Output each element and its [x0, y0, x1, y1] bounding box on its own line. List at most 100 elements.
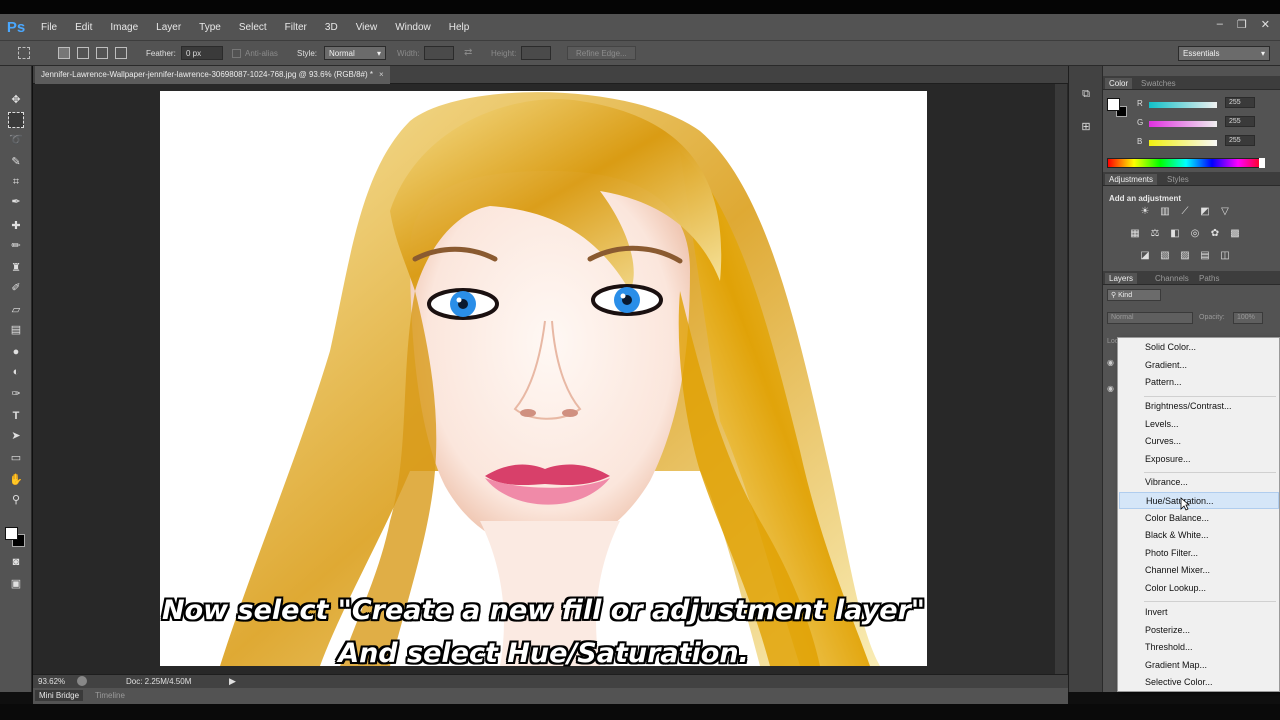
levels-icon[interactable]: ▥	[1159, 206, 1171, 218]
green-slider-track[interactable]	[1149, 121, 1217, 127]
menu-item-curves[interactable]: Curves...	[1119, 433, 1279, 450]
vertical-scrollbar[interactable]	[1055, 84, 1067, 674]
type-tool-icon[interactable]: T	[8, 408, 24, 424]
menu-item-vibrance[interactable]: Vibrance...	[1119, 474, 1279, 491]
curves-icon[interactable]: ⟋	[1179, 206, 1191, 218]
channel-mixer-icon[interactable]: ✿	[1209, 228, 1221, 240]
layer-filter-kind-select[interactable]: ⚲ Kind	[1107, 289, 1161, 301]
refine-edge-button[interactable]: Refine Edge...	[567, 46, 636, 60]
menu-select[interactable]: Select	[230, 22, 276, 33]
tab-color[interactable]: Color	[1105, 78, 1133, 89]
menu-item-hue-saturation[interactable]: Hue/Saturation...	[1119, 492, 1279, 509]
tab-styles[interactable]: Styles	[1163, 174, 1193, 185]
feather-input[interactable]: 0 px	[181, 46, 223, 60]
zoom-tool-icon[interactable]: ⚲	[8, 492, 24, 508]
close-button[interactable]: ✕	[1261, 18, 1270, 31]
lasso-tool-icon[interactable]: ➰	[8, 132, 24, 148]
screen-mode-icon[interactable]: ▣	[8, 576, 24, 592]
menu-item-brightness-contrast[interactable]: Brightness/Contrast...	[1119, 398, 1279, 415]
menu-item-photo-filter[interactable]: Photo Filter...	[1119, 545, 1279, 562]
menu-help[interactable]: Help	[440, 22, 479, 33]
blur-tool-icon[interactable]: ●	[8, 344, 24, 360]
color-balance-icon[interactable]: ⚖	[1149, 228, 1161, 240]
restore-button[interactable]: ❐	[1237, 18, 1247, 31]
gradient-tool-icon[interactable]: ▤	[8, 322, 24, 338]
intersect-selection-icon[interactable]	[115, 47, 127, 59]
green-value-input[interactable]: 255	[1225, 116, 1255, 127]
blend-mode-select[interactable]: Normal	[1107, 312, 1193, 324]
swap-icon[interactable]: ⇄	[464, 47, 472, 58]
path-selection-tool-icon[interactable]: ➤	[8, 428, 24, 444]
antialias-checkbox[interactable]	[232, 49, 241, 58]
status-menu-arrow-icon[interactable]: ▶	[229, 676, 236, 687]
foreground-color-swatch[interactable]	[5, 527, 18, 540]
status-icon[interactable]	[77, 676, 87, 686]
menu-item-levels[interactable]: Levels...	[1119, 416, 1279, 433]
quick-selection-tool-icon[interactable]: ✎	[8, 154, 24, 170]
spectrum-white-end[interactable]	[1259, 158, 1265, 168]
eyedropper-tool-icon[interactable]: ✒	[8, 194, 24, 210]
threshold-icon[interactable]: ▨	[1179, 250, 1191, 262]
menu-item-color-balance[interactable]: Color Balance...	[1119, 510, 1279, 527]
dodge-tool-icon[interactable]: ◐	[8, 364, 24, 380]
tab-layers[interactable]: Layers	[1105, 273, 1138, 284]
color-lookup-icon[interactable]: ▩	[1229, 228, 1241, 240]
tab-channels[interactable]: Channels	[1151, 273, 1193, 284]
add-selection-icon[interactable]	[77, 47, 89, 59]
black-white-icon[interactable]: ◧	[1169, 228, 1181, 240]
marquee-tool-preset-icon[interactable]	[18, 47, 30, 59]
rectangle-tool-icon[interactable]: ▭	[8, 450, 24, 466]
selective-color-icon[interactable]: ◫	[1219, 250, 1231, 262]
menu-filter[interactable]: Filter	[276, 22, 316, 33]
history-brush-tool-icon[interactable]: ✐	[8, 280, 24, 296]
menu-image[interactable]: Image	[101, 22, 147, 33]
menu-layer[interactable]: Layer	[147, 22, 190, 33]
blue-value-input[interactable]: 255	[1225, 135, 1255, 146]
menu-item-black-white[interactable]: Black & White...	[1119, 527, 1279, 544]
hand-tool-icon[interactable]: ✋	[8, 472, 24, 488]
posterize-icon[interactable]: ▧	[1159, 250, 1171, 262]
red-value-input[interactable]: 255	[1225, 97, 1255, 108]
menu-item-threshold[interactable]: Threshold...	[1119, 639, 1279, 656]
menu-item-posterize[interactable]: Posterize...	[1119, 622, 1279, 639]
pen-tool-icon[interactable]: ✑	[8, 386, 24, 402]
menu-item-gradient[interactable]: Gradient...	[1119, 357, 1279, 374]
red-slider-track[interactable]	[1149, 102, 1217, 108]
menu-edit[interactable]: Edit	[66, 22, 101, 33]
style-select[interactable]: Normal ▾	[324, 46, 386, 60]
vibrance-icon[interactable]: ▽	[1219, 206, 1231, 218]
photo-filter-icon[interactable]: ◎	[1189, 228, 1201, 240]
menu-type[interactable]: Type	[190, 22, 230, 33]
quick-mask-icon[interactable]: ◙	[8, 554, 24, 570]
exposure-icon[interactable]: ◩	[1199, 206, 1211, 218]
hue-saturation-icon[interactable]: ▦	[1129, 228, 1141, 240]
gradient-map-icon[interactable]: ▤	[1199, 250, 1211, 262]
height-input[interactable]	[521, 46, 551, 60]
tab-swatches[interactable]: Swatches	[1137, 78, 1180, 89]
subtract-selection-icon[interactable]	[96, 47, 108, 59]
menu-item-gradient-map[interactable]: Gradient Map...	[1119, 657, 1279, 674]
width-input[interactable]	[424, 46, 454, 60]
eraser-tool-icon[interactable]: ▱	[8, 302, 24, 318]
document-tab[interactable]: Jennifer-Lawrence-Wallpaper-jennifer-law…	[35, 66, 390, 84]
tab-paths[interactable]: Paths	[1195, 273, 1223, 284]
brightness-icon[interactable]: ☀	[1139, 206, 1151, 218]
menu-item-channel-mixer[interactable]: Channel Mixer...	[1119, 562, 1279, 579]
menu-item-pattern[interactable]: Pattern...	[1119, 374, 1279, 391]
menu-window[interactable]: Window	[386, 22, 440, 33]
menu-item-invert[interactable]: Invert	[1119, 604, 1279, 621]
invert-icon[interactable]: ◪	[1139, 250, 1151, 262]
properties-panel-icon[interactable]: ⊞	[1079, 120, 1093, 134]
new-selection-icon[interactable]	[58, 47, 70, 59]
history-panel-icon[interactable]: ⧉	[1079, 88, 1093, 102]
image-canvas[interactable]	[160, 91, 927, 666]
minimize-button[interactable]: –	[1217, 18, 1223, 31]
close-icon[interactable]: ×	[379, 70, 384, 79]
menu-view[interactable]: View	[347, 22, 387, 33]
tab-mini-bridge[interactable]: Mini Bridge	[35, 690, 84, 701]
menu-3d[interactable]: 3D	[316, 22, 347, 33]
menu-file[interactable]: File	[32, 22, 66, 33]
tab-adjustments[interactable]: Adjustments	[1105, 174, 1158, 185]
menu-item-color-lookup[interactable]: Color Lookup...	[1119, 580, 1279, 597]
rectangular-marquee-tool-icon[interactable]	[8, 112, 24, 128]
